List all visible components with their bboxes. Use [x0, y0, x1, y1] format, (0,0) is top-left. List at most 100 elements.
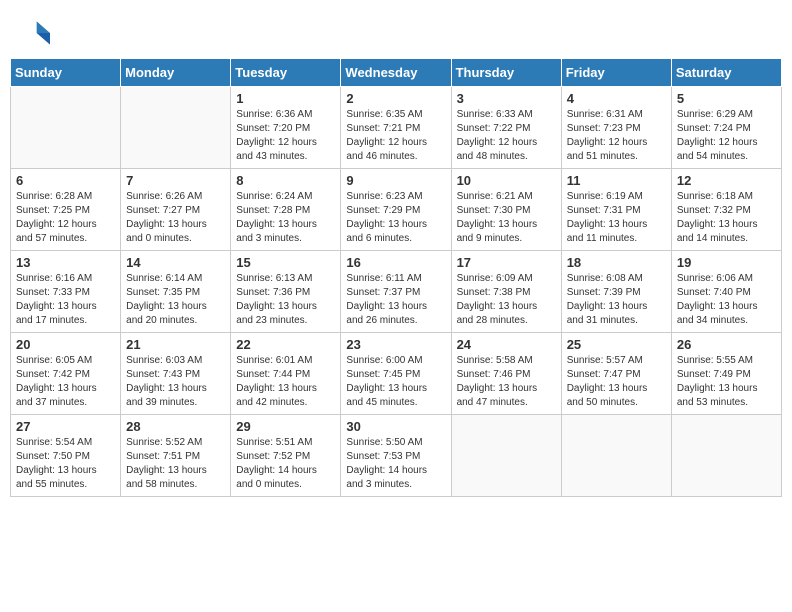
day-number: 27 [16, 419, 115, 434]
weekday-header-friday: Friday [561, 59, 671, 87]
day-detail: Sunrise: 6:24 AM Sunset: 7:28 PM Dayligh… [236, 190, 335, 246]
day-number: 7 [126, 173, 225, 188]
calendar-cell: 25Sunrise: 5:57 AM Sunset: 7:47 PM Dayli… [561, 333, 671, 415]
day-number: 18 [567, 255, 666, 270]
calendar-cell: 11 Sunrise: 6:19 AM Sunset: 7:31 PM Dayli… [561, 169, 671, 251]
day-detail: Sunrise: 6:05 AM Sunset: 7:42 PM Dayligh… [16, 354, 115, 410]
day-detail: Sunrise: 5:52 AM Sunset: 7:51 PM Dayligh… [126, 436, 225, 492]
day-number: 2 [346, 91, 445, 106]
day-number: 10 [457, 173, 556, 188]
day-number: 8 [236, 173, 335, 188]
calendar-week-row: 20 Sunrise: 6:05 AM Sunset: 7:42 PM Dayli… [11, 333, 782, 415]
day-detail: Sunrise: 6:29 AM Sunset: 7:24 PM Dayligh… [677, 108, 776, 164]
day-detail: Sunrise: 6:23 AM Sunset: 7:29 PM Dayligh… [346, 190, 445, 246]
weekday-header-saturday: Saturday [671, 59, 781, 87]
calendar-cell [561, 415, 671, 497]
day-number: 29 [236, 419, 335, 434]
day-detail: Sunrise: 6:11 AM Sunset: 7:37 PM Dayligh… [346, 272, 445, 328]
calendar-cell: 12 Sunrise: 6:18 AM Sunset: 7:32 PM Dayli… [671, 169, 781, 251]
day-number: 4 [567, 91, 666, 106]
calendar-cell: 27 Sunrise: 5:54 AM Sunset: 7:50 PM Dayli… [11, 415, 121, 497]
day-number: 6 [16, 173, 115, 188]
calendar-cell: 7 Sunrise: 6:26 AM Sunset: 7:27 PM Daylig… [121, 169, 231, 251]
calendar-cell: 29 Sunrise: 5:51 AM Sunset: 7:52 PM Dayli… [231, 415, 341, 497]
day-detail: Sunrise: 6:08 AM Sunset: 7:39 PM Dayligh… [567, 272, 666, 328]
logo-icon [20, 18, 50, 48]
day-detail: Sunrise: 6:19 AM Sunset: 7:31 PM Dayligh… [567, 190, 666, 246]
day-detail: Sunrise: 6:00 AM Sunset: 7:45 PM Dayligh… [346, 354, 445, 410]
calendar-cell: 8 Sunrise: 6:24 AM Sunset: 7:28 PM Daylig… [231, 169, 341, 251]
day-number: 1 [236, 91, 335, 106]
calendar-cell: 28 Sunrise: 5:52 AM Sunset: 7:51 PM Dayli… [121, 415, 231, 497]
day-detail: Sunrise: 6:28 AM Sunset: 7:25 PM Dayligh… [16, 190, 115, 246]
calendar-cell: 18 Sunrise: 6:08 AM Sunset: 7:39 PM Dayli… [561, 251, 671, 333]
calendar-cell: 30Sunrise: 5:50 AM Sunset: 7:53 PM Dayli… [341, 415, 451, 497]
calendar-cell: 14 Sunrise: 6:14 AM Sunset: 7:35 PM Dayli… [121, 251, 231, 333]
day-detail: Sunrise: 6:06 AM Sunset: 7:40 PM Dayligh… [677, 272, 776, 328]
day-detail: Sunrise: 6:09 AM Sunset: 7:38 PM Dayligh… [457, 272, 556, 328]
day-detail: Sunrise: 5:50 AM Sunset: 7:53 PM Dayligh… [346, 436, 445, 492]
day-number: 26 [677, 337, 776, 352]
day-detail: Sunrise: 6:26 AM Sunset: 7:27 PM Dayligh… [126, 190, 225, 246]
day-number: 14 [126, 255, 225, 270]
day-number: 13 [16, 255, 115, 270]
day-number: 21 [126, 337, 225, 352]
day-number: 24 [457, 337, 556, 352]
calendar-cell [451, 415, 561, 497]
calendar-cell: 15 Sunrise: 6:13 AM Sunset: 7:36 PM Dayli… [231, 251, 341, 333]
day-number: 23 [346, 337, 445, 352]
day-detail: Sunrise: 5:57 AM Sunset: 7:47 PM Dayligh… [567, 354, 666, 410]
calendar-cell: 21 Sunrise: 6:03 AM Sunset: 7:43 PM Dayli… [121, 333, 231, 415]
day-detail: Sunrise: 6:31 AM Sunset: 7:23 PM Dayligh… [567, 108, 666, 164]
day-detail: Sunrise: 5:55 AM Sunset: 7:49 PM Dayligh… [677, 354, 776, 410]
day-detail: Sunrise: 6:14 AM Sunset: 7:35 PM Dayligh… [126, 272, 225, 328]
day-number: 11 [567, 173, 666, 188]
logo [20, 18, 54, 48]
calendar-cell: 4 Sunrise: 6:31 AM Sunset: 7:23 PM Daylig… [561, 87, 671, 169]
calendar-cell: 19 Sunrise: 6:06 AM Sunset: 7:40 PM Dayli… [671, 251, 781, 333]
weekday-header-thursday: Thursday [451, 59, 561, 87]
day-detail: Sunrise: 6:21 AM Sunset: 7:30 PM Dayligh… [457, 190, 556, 246]
day-detail: Sunrise: 5:54 AM Sunset: 7:50 PM Dayligh… [16, 436, 115, 492]
day-detail: Sunrise: 5:58 AM Sunset: 7:46 PM Dayligh… [457, 354, 556, 410]
day-detail: Sunrise: 6:01 AM Sunset: 7:44 PM Dayligh… [236, 354, 335, 410]
calendar-week-row: 1 Sunrise: 6:36 AM Sunset: 7:20 PM Daylig… [11, 87, 782, 169]
day-detail: Sunrise: 6:18 AM Sunset: 7:32 PM Dayligh… [677, 190, 776, 246]
day-number: 5 [677, 91, 776, 106]
calendar-week-row: 27 Sunrise: 5:54 AM Sunset: 7:50 PM Dayli… [11, 415, 782, 497]
weekday-header-sunday: Sunday [11, 59, 121, 87]
calendar-cell: 20 Sunrise: 6:05 AM Sunset: 7:42 PM Dayli… [11, 333, 121, 415]
day-detail: Sunrise: 6:16 AM Sunset: 7:33 PM Dayligh… [16, 272, 115, 328]
day-number: 12 [677, 173, 776, 188]
day-detail: Sunrise: 6:03 AM Sunset: 7:43 PM Dayligh… [126, 354, 225, 410]
calendar-header-row: SundayMondayTuesdayWednesdayThursdayFrid… [11, 59, 782, 87]
day-number: 16 [346, 255, 445, 270]
calendar-cell: 10 Sunrise: 6:21 AM Sunset: 7:30 PM Dayli… [451, 169, 561, 251]
page-header [10, 10, 782, 52]
day-number: 28 [126, 419, 225, 434]
day-detail: Sunrise: 6:13 AM Sunset: 7:36 PM Dayligh… [236, 272, 335, 328]
calendar-cell [11, 87, 121, 169]
day-detail: Sunrise: 6:36 AM Sunset: 7:20 PM Dayligh… [236, 108, 335, 164]
calendar-cell [671, 415, 781, 497]
day-detail: Sunrise: 6:33 AM Sunset: 7:22 PM Dayligh… [457, 108, 556, 164]
calendar-cell: 6 Sunrise: 6:28 AM Sunset: 7:25 PM Daylig… [11, 169, 121, 251]
calendar-table: SundayMondayTuesdayWednesdayThursdayFrid… [10, 58, 782, 497]
calendar-cell: 13 Sunrise: 6:16 AM Sunset: 7:33 PM Dayli… [11, 251, 121, 333]
weekday-header-monday: Monday [121, 59, 231, 87]
weekday-header-tuesday: Tuesday [231, 59, 341, 87]
day-number: 9 [346, 173, 445, 188]
calendar-cell: 2 Sunrise: 6:35 AM Sunset: 7:21 PM Daylig… [341, 87, 451, 169]
calendar-cell: 3 Sunrise: 6:33 AM Sunset: 7:22 PM Daylig… [451, 87, 561, 169]
day-number: 15 [236, 255, 335, 270]
calendar-cell: 5 Sunrise: 6:29 AM Sunset: 7:24 PM Daylig… [671, 87, 781, 169]
day-detail: Sunrise: 6:35 AM Sunset: 7:21 PM Dayligh… [346, 108, 445, 164]
day-number: 3 [457, 91, 556, 106]
day-number: 19 [677, 255, 776, 270]
calendar-cell: 16 Sunrise: 6:11 AM Sunset: 7:37 PM Dayli… [341, 251, 451, 333]
calendar-cell: 17Sunrise: 6:09 AM Sunset: 7:38 PM Dayli… [451, 251, 561, 333]
calendar-cell [121, 87, 231, 169]
day-number: 20 [16, 337, 115, 352]
calendar-week-row: 6 Sunrise: 6:28 AM Sunset: 7:25 PM Daylig… [11, 169, 782, 251]
day-detail: Sunrise: 5:51 AM Sunset: 7:52 PM Dayligh… [236, 436, 335, 492]
